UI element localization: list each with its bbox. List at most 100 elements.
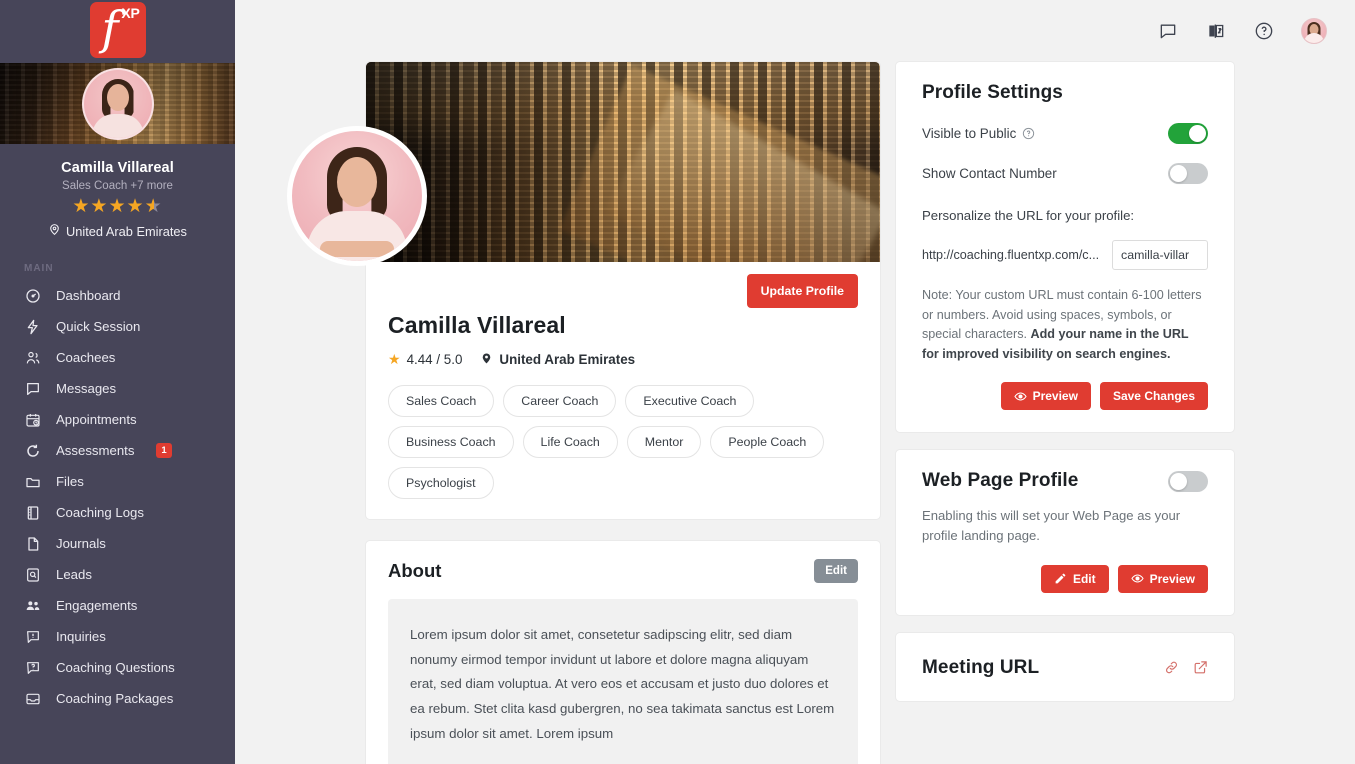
coach-tags: Sales Coach Career Coach Executive Coach… — [388, 385, 858, 499]
avatar-body — [91, 113, 144, 138]
visible-to-public-label-group: Visible to Public — [922, 126, 1035, 141]
sidebar-avatar[interactable] — [81, 67, 154, 140]
refresh-icon — [24, 442, 41, 459]
star-half-5: ★ — [144, 196, 163, 217]
logo-badge: f XP — [89, 1, 146, 58]
avatar-head — [106, 83, 129, 111]
sidebar-item-coaching-logs[interactable]: Coaching Logs — [0, 497, 235, 528]
app-logo[interactable]: f XP — [0, 0, 235, 63]
status-badge: 1 — [156, 443, 172, 458]
sidebar-item-label: Engagements — [56, 598, 138, 613]
chat-icon[interactable] — [1157, 20, 1179, 42]
update-profile-button[interactable]: Update Profile — [746, 274, 858, 308]
sidebar-item-label: Coaching Packages — [56, 691, 174, 706]
save-changes-button[interactable]: Save Changes — [1099, 382, 1208, 411]
about-card: About Edit Lorem ipsum dolor sit amet, c… — [365, 540, 881, 764]
sidebar-item-label: Coaching Questions — [56, 660, 175, 675]
sidebar-item-label: Files — [56, 474, 84, 489]
tag-item[interactable]: People Coach — [710, 426, 825, 458]
edit-about-button[interactable]: Edit — [814, 559, 858, 583]
sidebar-item-coachees[interactable]: Coachees — [0, 342, 235, 373]
tag-item[interactable]: Executive Coach — [625, 385, 755, 417]
main-region: Update Profile Camilla Villareal ★ 4.44 … — [235, 0, 1355, 764]
show-contact-number-toggle[interactable] — [1168, 163, 1208, 184]
sidebar-location: United Arab Emirates — [0, 223, 235, 239]
sidebar-item-dashboard[interactable]: Dashboard — [0, 280, 235, 311]
url-row: http://coaching.fluentxp.com/c... — [922, 240, 1208, 270]
sidebar-item-label: Inquiries — [56, 629, 106, 644]
rating-value: 4.44 / 5.0 — [406, 352, 463, 367]
profile-meta: ★ 4.44 / 5.0 United Arab Emirates — [388, 351, 858, 368]
visible-to-public-toggle[interactable] — [1168, 123, 1208, 144]
sidebar-location-text: United Arab Emirates — [66, 223, 187, 239]
preview-button[interactable]: Preview — [1000, 382, 1091, 411]
help-circle-icon[interactable] — [1022, 127, 1035, 140]
sidebar-item-coaching-packages[interactable]: Coaching Packages — [0, 683, 235, 714]
web-preview-button[interactable]: Preview — [1117, 564, 1208, 593]
sidebar-item-appointments[interactable]: Appointments — [0, 404, 235, 435]
about-text: Lorem ipsum dolor sit amet, consetetur s… — [388, 599, 858, 764]
web-preview-button-label: Preview — [1149, 571, 1195, 586]
lightning-icon — [24, 318, 41, 335]
help-circle-icon[interactable] — [1253, 20, 1275, 42]
chat-question-icon — [24, 659, 41, 676]
web-page-profile-header: Web Page Profile — [922, 470, 1208, 492]
tag-item[interactable]: Mentor — [626, 426, 702, 458]
tag-item[interactable]: Business Coach — [388, 426, 514, 458]
preview-button-label: Preview — [1032, 389, 1078, 404]
sidebar-item-files[interactable]: Files — [0, 466, 235, 497]
show-contact-number-row: Show Contact Number — [922, 163, 1208, 184]
inbox-icon — [24, 690, 41, 707]
web-edit-button[interactable]: Edit — [1040, 564, 1109, 593]
chat-alert-icon — [24, 628, 41, 645]
sidebar-item-engagements[interactable]: Engagements — [0, 590, 235, 621]
avatar[interactable] — [1301, 17, 1327, 44]
sidebar-item-inquiries[interactable]: Inquiries — [0, 621, 235, 652]
link-icon[interactable] — [1164, 660, 1179, 675]
location: United Arab Emirates — [480, 351, 635, 368]
custom-url-input[interactable] — [1112, 240, 1208, 270]
avatar-body — [1304, 32, 1324, 43]
sidebar-item-coaching-questions[interactable]: Coaching Questions — [0, 652, 235, 683]
tag-item[interactable]: Psychologist — [388, 467, 494, 499]
sidebar-item-journals[interactable]: Journals — [0, 528, 235, 559]
sidebar-user-name: Camilla Villareal — [61, 160, 174, 176]
chat-icon — [24, 380, 41, 397]
sidebar-cover-image — [0, 63, 235, 144]
sidebar-item-label: Assessments — [56, 443, 135, 458]
web-page-profile-toggle[interactable] — [1168, 470, 1208, 492]
meeting-url-header: Meeting URL — [922, 653, 1208, 679]
external-link-icon[interactable] — [1193, 660, 1208, 675]
sidebar-item-messages[interactable]: Messages — [0, 373, 235, 404]
tag-item[interactable]: Sales Coach — [388, 385, 495, 417]
sidebar-item-leads[interactable]: Leads — [0, 559, 235, 590]
sidebar-item-label: Coaching Logs — [56, 505, 144, 520]
page-icon — [24, 535, 41, 552]
eye-icon — [1013, 390, 1027, 403]
tag-item[interactable]: Life Coach — [522, 426, 618, 458]
sidebar-identity: Camilla Villareal Sales Coach +7 more ★★… — [0, 144, 235, 239]
toggle-knob — [1170, 472, 1187, 490]
toggle-knob — [1170, 165, 1187, 182]
sidebar-item-quick-session[interactable]: Quick Session — [0, 311, 235, 342]
avatar-arm — [320, 241, 394, 257]
eye-icon — [1131, 572, 1144, 585]
sidebar-rating-stars: ★★★★★ — [0, 196, 235, 218]
star-full-2: ★ — [90, 196, 109, 217]
pencil-icon — [1054, 572, 1067, 585]
tag-item[interactable]: Career Coach — [503, 385, 617, 417]
sidebar-item-assessments[interactable]: Assessments 1 — [0, 435, 235, 466]
web-page-profile-card: Web Page Profile Enabling this will set … — [895, 449, 1235, 616]
cover-image — [366, 62, 880, 262]
notebook-icon — [24, 504, 41, 521]
web-page-profile-actions: Edit Preview — [922, 564, 1208, 593]
people-icon — [24, 597, 41, 614]
users-icon — [24, 349, 41, 366]
update-profile-row: Update Profile — [388, 262, 858, 308]
avatar-body — [307, 211, 407, 261]
profile-details: Update Profile Camilla Villareal ★ 4.44 … — [366, 262, 880, 519]
profile-avatar[interactable] — [287, 126, 427, 266]
sidebar-item-label: Messages — [56, 381, 117, 396]
profile-settings-actions: Preview Save Changes — [922, 382, 1208, 411]
book-translate-icon[interactable] — [1205, 20, 1227, 42]
